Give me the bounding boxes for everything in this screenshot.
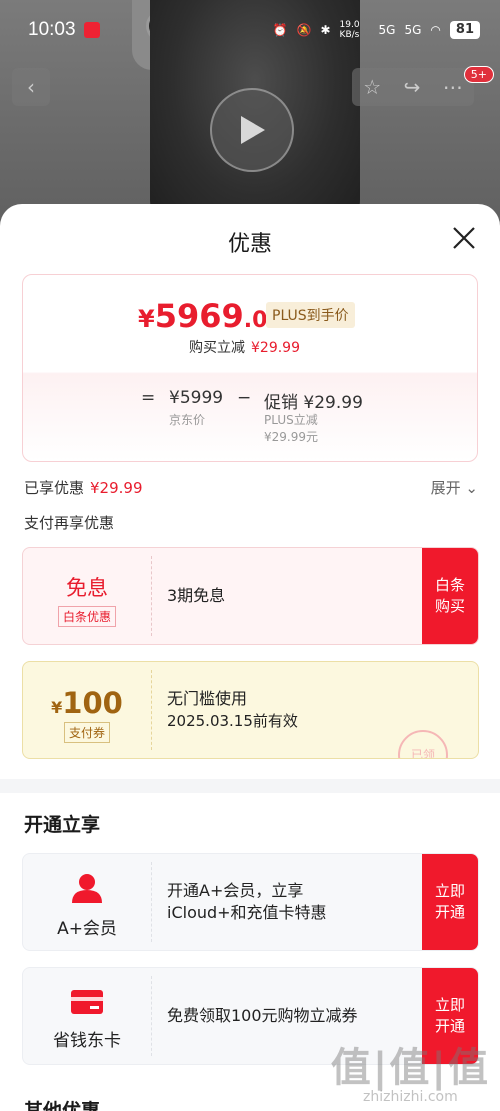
member-desc-line2: iCloud+和充值卡特惠 <box>167 903 327 922</box>
discount-sheet: 优惠 ¥5969.01 PLUS到手价 购买立减 ¥29.99 = ¥5999 京… <box>0 204 500 1111</box>
currency-symbol: ¥ <box>138 305 155 333</box>
signal-icon: 5G <box>378 23 396 37</box>
notification-app-icon <box>84 22 100 38</box>
claimed-stamp: 已领 <box>398 730 448 758</box>
plus-price-tag: PLUS到手价 <box>266 302 355 328</box>
coupon-divider <box>151 670 152 750</box>
user-icon <box>72 874 102 903</box>
coupon-expiry: 2025.03.15前有效 <box>167 712 298 730</box>
signal-icon-2: 5G <box>404 23 422 37</box>
buy-reduce-label: 购买立减 <box>189 340 245 356</box>
minus-sign: − <box>237 388 252 408</box>
favorite-icon[interactable]: ☆ <box>363 75 381 99</box>
coupon-left: 免息 白条优惠 <box>23 548 151 644</box>
jd-price-label: 京东价 <box>169 413 206 427</box>
expand-label: 展开 <box>430 479 461 497</box>
wifi-icon: ◠ <box>430 23 441 37</box>
promo-sub-amount: ¥29.99元 <box>264 430 318 444</box>
coupon-condition: 无门槛使用 <box>167 689 248 708</box>
member-desc: 开通A+会员，立享 iCloud+和充值卡特惠 <box>167 880 327 924</box>
status-bar: 10:03 ⏰ 🔕 ✱ 19.0 KB/s 5G 5G ◠ 81 <box>0 0 500 60</box>
coupon-desc: 3期免息 <box>167 586 226 605</box>
open-aplus-button[interactable]: 立即 开通 <box>422 854 478 950</box>
equals-sign: = <box>141 388 156 408</box>
coupon-tag: 白条优惠 <box>57 606 116 627</box>
price-integer: 5969 <box>154 297 244 335</box>
more-icon[interactable]: ⋯ <box>443 75 463 99</box>
chevron-down-icon: ⌄ <box>465 479 478 497</box>
watermark: 值|值|值 zhizhizhi.com <box>331 1035 490 1105</box>
final-price: ¥5969.01 <box>138 297 283 335</box>
enjoyed-label: 已享优惠 <box>24 479 85 497</box>
coupon-tag: 支付券 <box>63 722 110 743</box>
price-card: ¥5969.01 PLUS到手价 购买立减 ¥29.99 = ¥5999 京东价 … <box>22 274 478 462</box>
member-divider <box>151 862 152 942</box>
coupon-left: ¥100 支付券 <box>23 662 151 758</box>
back-button[interactable]: ‹ <box>12 68 50 106</box>
buy-reduce-amount: ¥29.99 <box>251 340 300 356</box>
promo-sub-label: PLUS立减 <box>264 413 318 427</box>
buy-reduce-line: 购买立减 ¥29.99 <box>189 337 300 357</box>
aplus-member-card[interactable]: A+会员 开通A+会员，立享 iCloud+和充值卡特惠 立即 开通 <box>22 853 479 951</box>
member-label: 省钱东卡 <box>53 1031 121 1051</box>
status-icons: ⏰ 🔕 ✱ 19.0 KB/s 5G 5G ◠ 81 <box>273 20 480 40</box>
battery-icon: 81 <box>449 21 480 39</box>
coupon-divider <box>151 556 152 636</box>
coupon-currency: ¥ <box>51 698 63 717</box>
coupon-title: 免息 <box>66 576 108 600</box>
enjoyed-amount: ¥29.99 <box>90 479 143 497</box>
member-label: A+会员 <box>57 919 117 939</box>
header-actions: ☆ ↪ ⋯ <box>352 68 474 106</box>
member-desc-line1: 开通A+会员，立享 <box>167 881 304 900</box>
member-desc: 免费领取100元购物立减券 <box>167 1006 358 1025</box>
enjoyed-discount: 已享优惠 ¥29.99 <box>24 477 143 498</box>
coupon-value: ¥100 <box>23 686 151 720</box>
card-icon <box>71 990 103 1014</box>
status-time: 10:03 <box>28 19 76 40</box>
share-icon[interactable]: ↪ <box>404 75 421 99</box>
section-separator <box>0 779 500 793</box>
coupon-desc: 无门槛使用 2025.03.15前有效 <box>167 688 298 732</box>
cart-badge: 5+ <box>463 66 494 83</box>
member-left: A+会员 <box>23 854 151 950</box>
play-video-button[interactable] <box>210 88 294 172</box>
open-section-title: 开通立享 <box>24 814 101 836</box>
alarm-icon: ⏰ <box>272 23 288 37</box>
other-section-title: 其他优惠 <box>24 1100 101 1111</box>
expand-button[interactable]: 展开 ⌄ <box>431 477 478 498</box>
pay-more-title: 支付再享优惠 <box>24 514 115 532</box>
member-left: 省钱东卡 <box>23 968 151 1064</box>
payment-coupon[interactable]: ¥100 支付券 无门槛使用 2025.03.15前有效 已领 <box>22 661 479 759</box>
baitiao-coupon[interactable]: 免息 白条优惠 3期免息 白条 购买 <box>22 547 479 645</box>
promo-amount: 促销 ¥29.99 <box>264 393 363 413</box>
coupon-amount: 100 <box>62 686 123 720</box>
baitiao-buy-button[interactable]: 白条 购买 <box>422 548 478 644</box>
jd-price: ¥5999 <box>169 388 224 408</box>
play-icon <box>241 116 265 144</box>
member-divider <box>151 976 152 1056</box>
chevron-left-icon: ‹ <box>27 75 35 99</box>
watermark-logo: 值|值|值 <box>330 1045 490 1091</box>
mute-icon: 🔕 <box>296 23 312 37</box>
net-speed: 19.0 KB/s <box>339 20 360 40</box>
bluetooth-icon: ✱ <box>320 23 331 37</box>
close-icon[interactable] <box>452 226 476 250</box>
sheet-title: 优惠 <box>227 232 272 257</box>
